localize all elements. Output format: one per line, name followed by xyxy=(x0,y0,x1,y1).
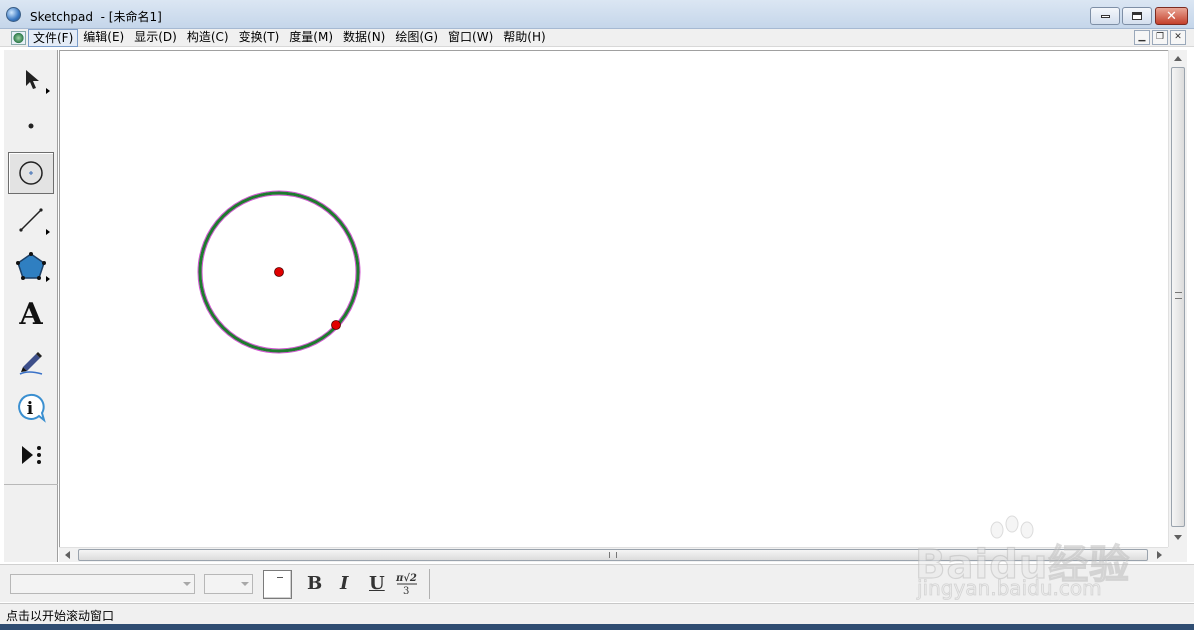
document-icon[interactable] xyxy=(11,31,26,45)
circle-radius-point[interactable] xyxy=(331,320,341,330)
sketchpad-app-icon[interactable] xyxy=(6,7,21,22)
menu-items: 文件(F) 编辑(E) 显示(D) 构造(C) 变换(T) 度量(M) 数据(N… xyxy=(28,29,551,47)
minimize-icon xyxy=(1100,14,1110,18)
menu-number[interactable]: 数据(N) xyxy=(338,29,390,47)
letter-a-icon: A xyxy=(19,296,43,332)
menu-window[interactable]: 窗口(W) xyxy=(443,29,498,47)
bold-button[interactable]: B xyxy=(307,573,322,594)
watermark-url: jingyan.baidu.com xyxy=(917,576,1102,601)
close-icon: ✕ xyxy=(1166,8,1177,24)
menu-measure[interactable]: 度量(M) xyxy=(284,29,338,47)
document-close-button[interactable]: ✕ xyxy=(1170,30,1186,45)
toolbox-divider xyxy=(4,484,58,485)
grip-icon xyxy=(609,552,617,558)
scroll-down-icon[interactable] xyxy=(1174,535,1182,540)
math-format-button[interactable]: π√2 3 xyxy=(395,571,421,597)
toolbar-separator xyxy=(429,569,430,599)
chevron-down-icon xyxy=(241,582,249,586)
vertical-scroll-thumb[interactable] xyxy=(1171,67,1185,527)
submenu-triangle-icon xyxy=(46,229,50,235)
menu-graph[interactable]: 绘图(G) xyxy=(390,29,443,47)
close-button[interactable]: ✕ xyxy=(1155,7,1188,25)
marker-tool[interactable] xyxy=(8,340,54,382)
custom-tool[interactable] xyxy=(8,434,54,476)
scroll-left-icon[interactable] xyxy=(65,551,70,559)
menu-help[interactable]: 帮助(H) xyxy=(498,29,550,47)
marker-pen-icon xyxy=(19,352,43,375)
straightedge-tool[interactable] xyxy=(8,199,54,241)
menu-edit[interactable]: 编辑(E) xyxy=(78,29,129,47)
document-restore-button[interactable]: ❐ xyxy=(1152,30,1168,45)
submenu-triangle-icon xyxy=(46,276,50,282)
svg-text:3: 3 xyxy=(403,586,409,597)
circle-compass-icon xyxy=(19,161,43,185)
svg-text:π√2: π√2 xyxy=(395,572,417,584)
toolbox: A i xyxy=(4,50,58,562)
minimize-icon: ▁ xyxy=(1138,32,1146,42)
menu-file[interactable]: 文件(F) xyxy=(28,29,79,47)
compass-tool[interactable] xyxy=(8,152,54,194)
maximize-icon xyxy=(1132,12,1142,20)
menu-construct[interactable]: 构造(C) xyxy=(182,29,234,47)
scrollbar-corner xyxy=(1168,547,1187,562)
minimize-button[interactable] xyxy=(1090,7,1120,25)
underline-button[interactable]: U xyxy=(369,573,385,594)
vertical-scrollbar[interactable] xyxy=(1168,50,1187,547)
menu-transform[interactable]: 变换(T) xyxy=(234,29,285,47)
window-bottom-edge xyxy=(0,624,1194,630)
menu-bar: 文件(F) 编辑(E) 显示(D) 构造(C) 变换(T) 度量(M) 数据(N… xyxy=(0,29,1194,47)
grip-icon xyxy=(1175,292,1182,299)
pentagon-icon xyxy=(16,252,46,280)
arrow-pointer-icon xyxy=(26,70,39,89)
font-size-select[interactable] xyxy=(204,574,253,594)
info-bubble-icon: i xyxy=(18,393,46,423)
line-segment-icon xyxy=(19,208,43,232)
document-minimize-button[interactable]: ▁ xyxy=(1134,30,1150,45)
scroll-right-icon[interactable] xyxy=(1157,551,1162,559)
point-tool[interactable] xyxy=(8,105,54,147)
menu-display[interactable]: 显示(D) xyxy=(129,29,182,47)
text-color-button[interactable] xyxy=(263,570,292,599)
scroll-up-icon[interactable] xyxy=(1174,56,1182,61)
circle-center-point[interactable] xyxy=(274,267,284,277)
maximize-button[interactable] xyxy=(1122,7,1152,25)
sketch-canvas[interactable] xyxy=(59,50,1168,547)
selection-arrow-tool[interactable] xyxy=(8,58,54,100)
submenu-triangle-icon xyxy=(46,88,50,94)
text-tool[interactable]: A xyxy=(8,293,54,335)
custom-tool-play-icon xyxy=(22,446,41,464)
sketch-drawing[interactable] xyxy=(60,51,1169,548)
svg-text:i: i xyxy=(27,399,34,419)
close-icon: ✕ xyxy=(1174,32,1182,42)
italic-button[interactable]: I xyxy=(340,573,348,594)
information-tool[interactable]: i xyxy=(8,387,54,429)
point-icon xyxy=(28,123,34,129)
math-notation-icon: π√2 3 xyxy=(395,572,417,597)
status-text: 点击以开始滚动窗口 xyxy=(6,609,115,623)
restore-icon: ❐ xyxy=(1155,32,1165,42)
font-family-select[interactable] xyxy=(10,574,195,594)
color-marker xyxy=(277,577,283,578)
title-bar: Sketchpad - [未命名1] ✕ xyxy=(0,0,1194,29)
chevron-down-icon xyxy=(183,582,191,586)
window-title: Sketchpad - [未命名1] xyxy=(30,10,162,24)
polygon-tool[interactable] xyxy=(8,246,54,288)
baidu-watermark: Baidu经验 jingyan.baidu.com xyxy=(914,515,1145,608)
